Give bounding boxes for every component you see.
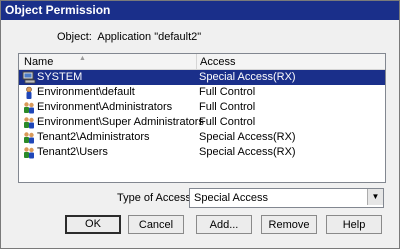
row-access: Special Access(RX) [199, 146, 296, 158]
list-row-tenant2-users[interactable]: Tenant2\Users Special Access(RX) [19, 145, 385, 160]
row-name: Environment\default [37, 86, 135, 98]
list-row-environment-super-administrators[interactable]: Environment\Super Administrators Full Co… [19, 115, 385, 130]
user-icon [26, 86, 32, 99]
title-bar[interactable]: Object Permission [1, 1, 399, 20]
group-icon [24, 132, 34, 144]
list-row-environment-default[interactable]: Environment\default Full Control [19, 85, 385, 100]
row-access: Full Control [199, 101, 256, 113]
column-divider[interactable] [196, 54, 197, 69]
list-row-environment-administrators[interactable]: Environment\Administrators Full Control [19, 100, 385, 115]
type-of-access-label: Type of Access: [117, 192, 195, 204]
sort-ascending-icon: ▲ [79, 55, 86, 62]
computer-icon [22, 71, 36, 84]
row-access: Special Access(RX) [199, 71, 296, 83]
column-header-access[interactable]: Access [200, 55, 235, 69]
list-row-system[interactable]: SYSTEM Special Access(RX) [19, 70, 385, 85]
column-header-name[interactable]: Name [24, 55, 53, 69]
group-icon [24, 102, 34, 114]
type-of-access-value: Special Access [194, 192, 268, 204]
object-permission-dialog: Object Permission Object: Application "d… [0, 0, 400, 249]
row-name: Tenant2\Administrators [37, 131, 150, 143]
row-access: Special Access(RX) [199, 131, 296, 143]
dialog-title: Object Permission [5, 3, 111, 17]
list-header: Name ▲ Access [19, 54, 385, 70]
row-access: Full Control [199, 86, 256, 98]
row-name: Environment\Super Administrators [37, 116, 204, 128]
dropdown-arrow-icon[interactable]: ▼ [367, 189, 383, 205]
list-row-tenant2-administrators[interactable]: Tenant2\Administrators Special Access(RX… [19, 130, 385, 145]
row-access: Full Control [199, 116, 256, 128]
object-label: Object: Application "default2" [57, 31, 202, 43]
row-name: Tenant2\Users [37, 146, 108, 158]
group-icon [24, 117, 34, 129]
row-name: SYSTEM [37, 71, 83, 83]
add-button[interactable]: Add... [196, 215, 252, 234]
remove-button[interactable]: Remove [261, 215, 317, 234]
permission-list[interactable]: Name ▲ Access SYSTEM Special Access(RX) … [18, 53, 386, 183]
help-button[interactable]: Help [326, 215, 382, 234]
row-name: Environment\Administrators [37, 101, 173, 113]
group-icon [24, 147, 34, 159]
ok-button[interactable]: OK [65, 215, 121, 234]
type-of-access-select[interactable]: Special Access ▼ [189, 188, 384, 208]
cancel-button[interactable]: Cancel [128, 215, 184, 234]
